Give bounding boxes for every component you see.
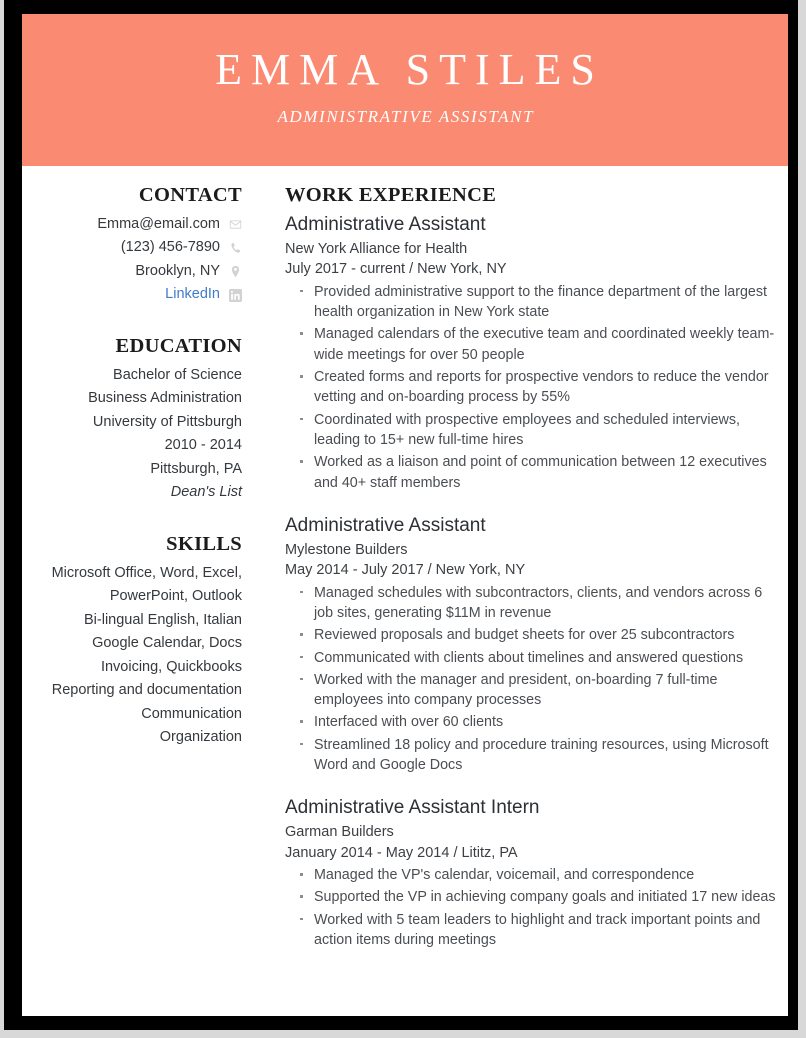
job-entry: Administrative Assistant Intern Garman Bu… [285, 796, 780, 950]
job-dates: January 2014 - May 2014 [285, 844, 450, 861]
skill-item: Microsoft Office, Word, Excel, PowerPoin… [51, 564, 242, 605]
job-title: Administrative Assistant [285, 214, 486, 235]
resume-header: EMMA STILES ADMINISTRATIVE ASSISTANT [22, 14, 788, 166]
job-company: Mylestone Builders [285, 541, 408, 558]
education-line: Business Administration [88, 390, 242, 407]
skill-item: Communication [141, 705, 242, 722]
contact-item-label: (123) 456-7890 [120, 239, 220, 256]
candidate-name: EMMA STILES [215, 45, 604, 95]
job-meta: January 2014 - May 2014/Lititz, PA [285, 843, 780, 864]
skill-item: Organization [159, 729, 242, 746]
candidate-job-title: ADMINISTRATIVE ASSISTANT [277, 106, 535, 126]
job-company: Garman Builders [285, 824, 394, 841]
job-location: New York, NY [417, 261, 507, 278]
job-title: Administrative Assistant Intern [285, 797, 540, 819]
contact-item: Brooklyn, NY [22, 260, 242, 283]
job-bullet-list: Managed the VP's calendar, voicemail, an… [285, 865, 780, 950]
skill-item: Bi-lingual English, Italian [84, 611, 242, 628]
job-bullet: Interfaced with over 60 clients [285, 712, 780, 732]
job-meta-separator: / [409, 261, 414, 278]
job-bullet-list: Provided administrative support to the f… [285, 282, 780, 493]
education-heading: EDUCATION [115, 334, 242, 357]
linkedin-icon [229, 288, 242, 302]
skill-item: Google Calendar, Docs [92, 635, 242, 652]
job-dates: May 2014 - July 2017 [285, 562, 424, 579]
job-bullet: Created forms and reports for prospectiv… [285, 367, 780, 408]
job-bullet: Managed calendars of the executive team … [285, 324, 780, 365]
skills-heading: SKILLS [166, 532, 242, 555]
work-experience-heading: WORK EXPERIENCE [285, 184, 497, 206]
location-pin-icon [229, 265, 242, 278]
job-bullet: Coordinated with prospective employees a… [285, 410, 780, 451]
contact-item-label: Emma@email.com [97, 216, 220, 232]
job-title: Administrative Assistant [285, 514, 486, 536]
job-meta-separator: / [427, 562, 432, 579]
job-company: New York Alliance for Health [285, 240, 468, 257]
education-line: Bachelor of Science [113, 366, 242, 383]
contact-item-label: Brooklyn, NY [135, 262, 220, 279]
job-list: Administrative Assistant New York Allianc… [285, 213, 780, 950]
job-bullet: Provided administrative support to the f… [285, 282, 780, 323]
job-bullet: Communicated with clients about timeline… [285, 648, 780, 668]
job-dates: July 2017 - current [285, 261, 406, 278]
resume-body: CONTACT Emma@email.com (123) 456-7890 Broo… [22, 166, 788, 971]
contact-list: Emma@email.com (123) 456-7890 Brooklyn, NY… [22, 213, 242, 307]
job-meta: July 2017 - current / New York, NY [285, 259, 780, 280]
contact-item: Emma@email.com [22, 213, 242, 236]
contact-item[interactable]: LinkedIn [22, 283, 242, 306]
job-meta-separator: / [453, 844, 458, 861]
job-entry: Administrative Assistant Mylestone Builde… [285, 514, 780, 776]
job-entry: Administrative Assistant New York Allianc… [285, 213, 780, 493]
skill-item: Reporting and documentation [51, 682, 242, 699]
job-bullet: Worked with 5 team leaders to highlight … [285, 910, 780, 951]
sidebar: CONTACT Emma@email.com (123) 456-7890 Broo… [22, 184, 242, 750]
job-bullet: Worked as a liaison and point of communi… [285, 452, 780, 493]
skill-item: Invoicing, Quickbooks [100, 658, 242, 675]
education-list: Bachelor of Science Business Administrati… [22, 364, 242, 505]
contact-item: (123) 456-7890 [22, 236, 242, 259]
job-bullet-list: Managed schedules with subcontractors, c… [285, 583, 780, 776]
education-line: University of Pittsburgh [92, 413, 242, 430]
main-column: WORK EXPERIENCE Administrative Assistant… [242, 184, 788, 971]
education-line: Dean's List [170, 484, 242, 501]
education-line: 2010 - 2014 [164, 437, 242, 454]
job-bullet: Reviewed proposals and budget sheets for… [285, 625, 780, 645]
job-bullet: Managed the VP's calendar, voicemail, an… [285, 865, 780, 885]
contact-heading: CONTACT [138, 184, 242, 206]
job-location: New York, NY [435, 562, 526, 579]
job-bullet: Managed schedules with subcontractors, c… [285, 583, 780, 624]
job-bullet: Worked with the manager and president, o… [285, 670, 780, 711]
skills-list: Microsoft Office, Word, Excel, PowerPoin… [22, 562, 242, 750]
job-bullet: Streamlined 18 policy and procedure trai… [285, 735, 780, 776]
job-bullet: Supported the VP in achieving company go… [285, 887, 780, 907]
education-line: Pittsburgh, PA [150, 460, 242, 477]
page-frame: EMMA STILES ADMINISTRATIVE ASSISTANT CON… [4, 0, 798, 1030]
phone-icon [229, 242, 242, 255]
envelope-icon [229, 218, 242, 231]
resume-page: EMMA STILES ADMINISTRATIVE ASSISTANT CON… [22, 14, 788, 1016]
contact-item-label[interactable]: LinkedIn [165, 283, 220, 306]
job-meta: May 2014 - July 2017/New York, NY [285, 560, 780, 581]
job-location: Lititz, PA [461, 844, 518, 861]
